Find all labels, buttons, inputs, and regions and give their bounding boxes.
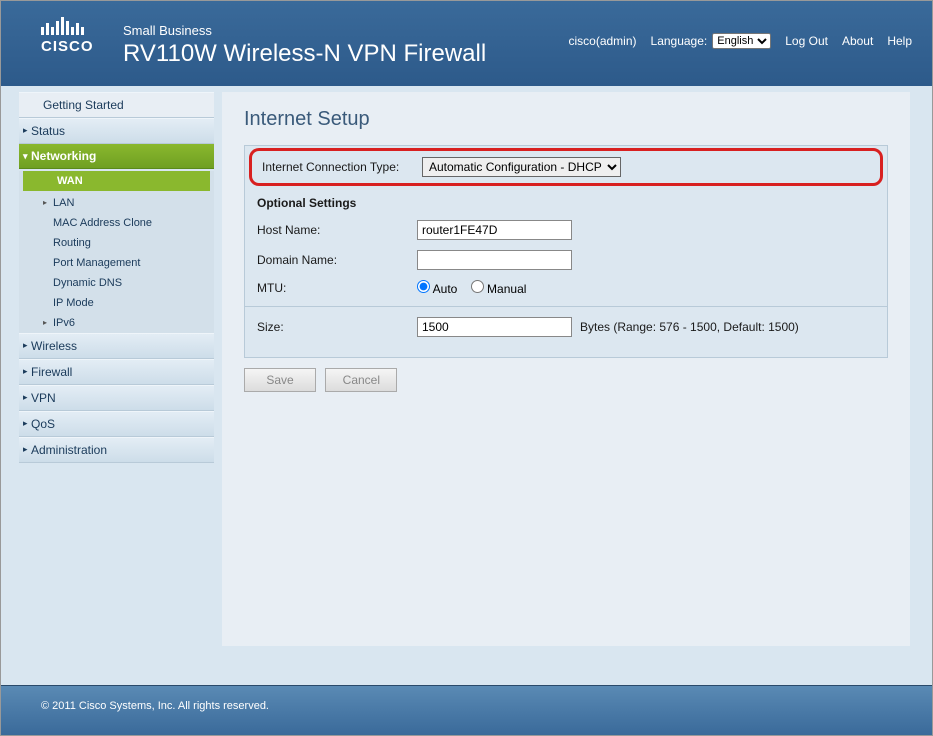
nav-wireless[interactable]: ▸Wireless [19, 333, 214, 359]
user-label: cisco(admin) [569, 34, 637, 48]
language-label: Language: [651, 34, 708, 48]
size-input[interactable] [417, 317, 572, 337]
cisco-bars-icon [41, 21, 94, 35]
about-link[interactable]: About [842, 34, 873, 48]
divider [245, 306, 887, 307]
title-area: Small Business RV110W Wireless-N VPN Fir… [123, 23, 486, 68]
footer: © 2011 Cisco Systems, Inc. All rights re… [1, 685, 932, 735]
hostname-input[interactable] [417, 220, 572, 240]
app-window: CISCO Small Business RV110W Wireless-N V… [0, 0, 933, 736]
nav-qos[interactable]: ▸QoS [19, 411, 214, 437]
cancel-button[interactable]: Cancel [325, 368, 397, 392]
chevron-right-icon: ▸ [23, 418, 28, 429]
mtu-row: MTU: Auto Manual [257, 280, 875, 296]
header: CISCO Small Business RV110W Wireless-N V… [1, 1, 932, 86]
chevron-right-icon: ▸ [23, 366, 28, 377]
nav-getting-started[interactable]: Getting Started [19, 92, 214, 118]
nav-vpn[interactable]: ▸VPN [19, 385, 214, 411]
help-link[interactable]: Help [887, 34, 912, 48]
chevron-right-icon: ▸ [23, 125, 28, 136]
language-select[interactable]: English [712, 33, 771, 49]
brand-logo: CISCO [41, 21, 94, 55]
subnav-ipv6[interactable]: ▸IPv6 [19, 313, 214, 333]
subnav-wan[interactable]: WAN [23, 171, 210, 191]
nav-administration[interactable]: ▸Administration [19, 437, 214, 463]
header-actions: cisco(admin) Language: English Log Out A… [569, 33, 913, 49]
subnav-port-mgmt[interactable]: Port Management [19, 253, 214, 273]
connection-type-label: Internet Connection Type: [262, 160, 422, 174]
subnav-mac-clone[interactable]: MAC Address Clone [19, 213, 214, 233]
mtu-auto-option[interactable]: Auto [417, 282, 457, 296]
button-row: Save Cancel [244, 368, 888, 392]
content-panel: Internet Setup Internet Connection Type:… [222, 92, 910, 646]
subnav-lan[interactable]: ▸LAN [19, 193, 214, 213]
mtu-auto-radio[interactable] [417, 280, 430, 293]
connection-type-row: Internet Connection Type: Automatic Conf… [249, 148, 883, 186]
subnav-ip-mode[interactable]: IP Mode [19, 293, 214, 313]
body: Getting Started ▸Status ▾Networking WAN … [1, 86, 932, 646]
chevron-right-icon: ▸ [23, 444, 28, 455]
nav-networking[interactable]: ▾Networking [19, 144, 214, 169]
optional-settings-header: Optional Settings [257, 196, 417, 210]
chevron-right-icon: ▸ [23, 392, 28, 403]
size-row: Size: Bytes (Range: 576 - 1500, Default:… [257, 317, 875, 337]
nav-firewall[interactable]: ▸Firewall [19, 359, 214, 385]
copyright-text: © 2011 Cisco Systems, Inc. All rights re… [41, 700, 269, 712]
domain-row: Domain Name: [257, 250, 875, 270]
settings-section: Internet Connection Type: Automatic Conf… [244, 145, 888, 358]
mtu-manual-option[interactable]: Manual [471, 282, 527, 296]
logout-link[interactable]: Log Out [785, 34, 828, 48]
chevron-right-icon: ▸ [43, 318, 47, 327]
chevron-right-icon: ▸ [43, 198, 47, 207]
nav-status[interactable]: ▸Status [19, 118, 214, 144]
domain-input[interactable] [417, 250, 572, 270]
subnav-routing[interactable]: Routing [19, 233, 214, 253]
logo-text: CISCO [41, 38, 94, 55]
mtu-manual-radio[interactable] [471, 280, 484, 293]
domain-label: Domain Name: [257, 253, 417, 267]
product-title: RV110W Wireless-N VPN Firewall [123, 40, 486, 68]
size-hint: Bytes (Range: 576 - 1500, Default: 1500) [580, 320, 799, 334]
size-label: Size: [257, 320, 417, 334]
brand-subtitle: Small Business [123, 23, 486, 38]
language-group: Language: English [651, 33, 772, 49]
hostname-row: Host Name: [257, 220, 875, 240]
mtu-label: MTU: [257, 281, 417, 295]
chevron-down-icon: ▾ [23, 151, 28, 162]
page-title: Internet Setup [244, 108, 888, 131]
subnav-ddns[interactable]: Dynamic DNS [19, 273, 214, 293]
hostname-label: Host Name: [257, 223, 417, 237]
connection-type-select[interactable]: Automatic Configuration - DHCP [422, 157, 621, 177]
save-button[interactable]: Save [244, 368, 316, 392]
networking-submenu: WAN ▸LAN MAC Address Clone Routing Port … [19, 171, 214, 333]
chevron-right-icon: ▸ [23, 340, 28, 351]
sidebar: Getting Started ▸Status ▾Networking WAN … [19, 92, 214, 646]
